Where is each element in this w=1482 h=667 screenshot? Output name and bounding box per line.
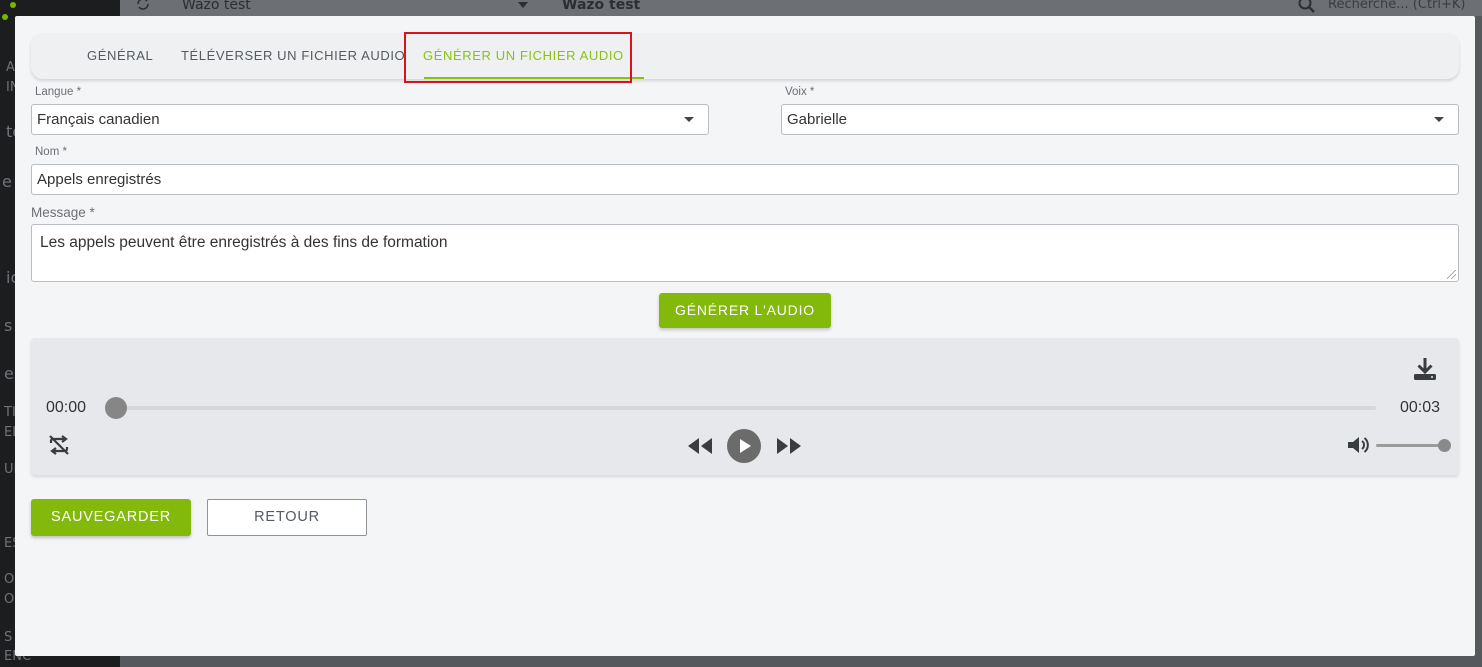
name-label: Nom * — [35, 146, 67, 158]
download-icon[interactable] — [1412, 356, 1438, 382]
language-select-value: Français canadien — [37, 111, 160, 128]
logo-dot — [2, 14, 8, 20]
tab-generate-audio[interactable]: Générer un fichier audio — [423, 33, 624, 79]
language-select[interactable]: Français canadien — [31, 104, 709, 135]
resize-handle[interactable] — [1447, 270, 1456, 279]
play-icon[interactable] — [726, 428, 762, 464]
progress-bar[interactable] — [116, 406, 1376, 410]
message-text: Les appels peuvent être enregistrés à de… — [40, 234, 448, 251]
generate-audio-button[interactable]: Générer l'audio — [659, 293, 831, 328]
tab-general[interactable]: Général — [87, 33, 153, 79]
background-topbar: Wazo test Wazo test Recherche... (Ctrl+K… — [120, 0, 1482, 16]
name-input-value: Appels enregistrés — [37, 171, 162, 188]
audio-player: 00:00 00:03 — [31, 338, 1459, 475]
chevron-down-icon — [518, 2, 528, 8]
duration: 00:03 — [1400, 399, 1441, 416]
chevron-down-icon — [1434, 117, 1444, 122]
volume-slider[interactable] — [1376, 444, 1444, 447]
chevron-down-icon — [684, 117, 694, 122]
message-textarea[interactable]: Les appels peuvent être enregistrés à de… — [31, 224, 1459, 282]
language-label: Langue * — [35, 86, 82, 98]
current-time: 00:00 — [46, 399, 87, 416]
message-label: Message * — [31, 205, 95, 220]
voice-label: Voix * — [785, 86, 815, 98]
tabs-bar: Général Téléverser un fichier audio Géné… — [31, 33, 1459, 79]
background-page-title: Wazo test — [562, 0, 641, 13]
back-button[interactable]: RETOUR — [207, 499, 367, 536]
volume-thumb[interactable] — [1438, 439, 1451, 452]
logo-dot — [10, 2, 16, 8]
active-tab-indicator — [424, 77, 644, 79]
refresh-icon[interactable] — [136, 0, 150, 11]
fast-forward-icon[interactable] — [775, 436, 803, 456]
voice-select[interactable]: Gabrielle — [781, 104, 1459, 135]
search-icon — [1298, 0, 1315, 13]
background-tenant-select[interactable]: Wazo test — [182, 0, 251, 13]
rewind-icon[interactable] — [686, 436, 714, 456]
voice-select-value: Gabrielle — [787, 111, 848, 128]
repeat-off-icon[interactable] — [47, 434, 71, 456]
audio-file-modal: Général Téléverser un fichier audio Géné… — [15, 16, 1475, 656]
tab-upload-audio[interactable]: Téléverser un fichier audio — [181, 33, 405, 79]
name-input[interactable]: Appels enregistrés — [31, 164, 1459, 195]
volume-icon[interactable] — [1346, 435, 1370, 455]
background-search-input[interactable]: Recherche... (Ctrl+K) — [1328, 0, 1466, 12]
progress-thumb[interactable] — [105, 397, 127, 419]
save-button[interactable]: SAUVEGARDER — [31, 499, 191, 536]
